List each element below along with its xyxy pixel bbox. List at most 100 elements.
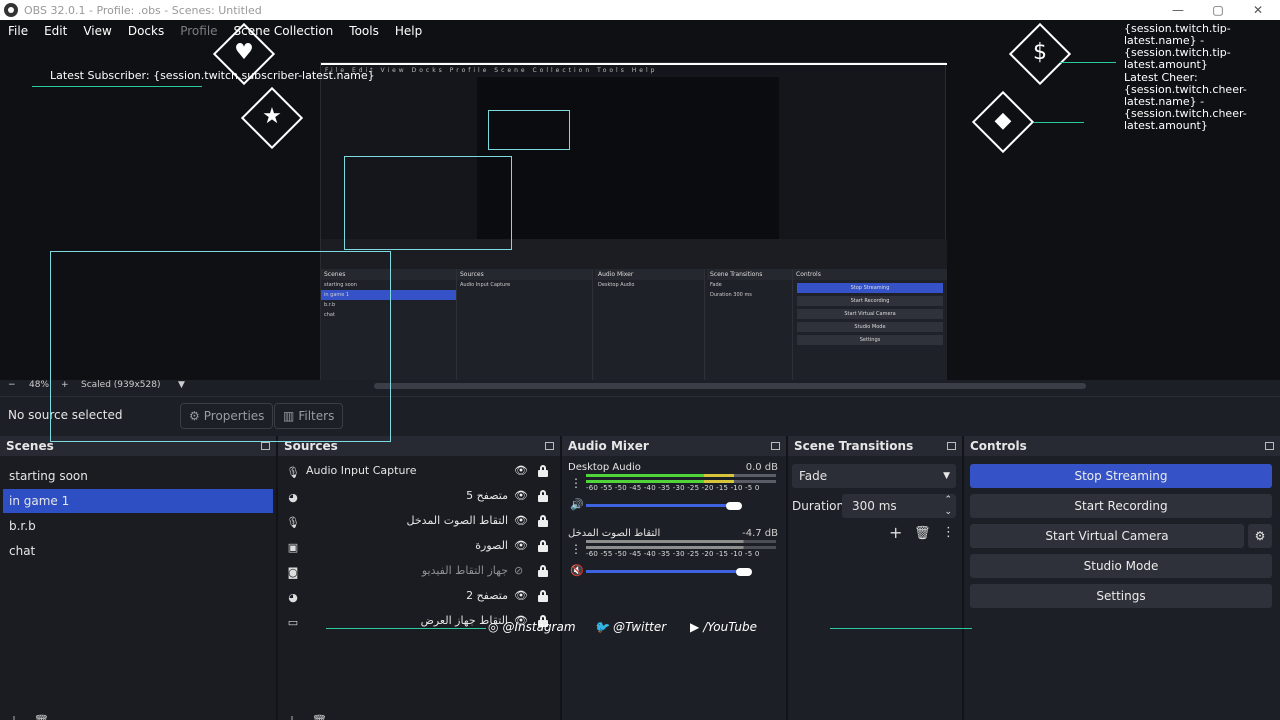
source-name: التقاط الصوت المدخل — [406, 514, 508, 527]
volume-meter — [586, 474, 776, 477]
duration-spinbox[interactable]: 300 ms ⌃ ⌄ — [842, 494, 956, 518]
scene-item[interactable]: b.r.b — [3, 514, 273, 538]
youtube-icon: ▶ — [690, 620, 700, 634]
scenes-list: starting soon in game 1 b.r.b chat — [0, 456, 276, 720]
camera-icon: ◙ — [287, 565, 299, 579]
mixer-channels: Desktop Audio 0.0 dB ⋮ -60 -55 -50 -45 -40 … — [562, 456, 786, 720]
source-row[interactable]: 🎙 Audio Input Capture 👁 — [278, 460, 560, 484]
volume-slider-handle[interactable] — [735, 568, 752, 576]
settings-button[interactable]: Settings — [970, 584, 1272, 608]
preview-horizontal-scrollbar[interactable] — [374, 383, 1086, 389]
controls-title: Controls — [970, 439, 1027, 453]
source-row[interactable]: ◕ متصفح 5 👁 — [278, 485, 560, 509]
eye-icon[interactable]: 👁 — [514, 514, 528, 527]
maximize-button[interactable]: ▢ — [1198, 0, 1238, 20]
virtual-camera-settings-button[interactable]: ⚙ — [1248, 524, 1272, 548]
volume-slider-handle[interactable] — [726, 502, 743, 510]
add-scene-icon[interactable]: ＋ — [8, 714, 20, 720]
source-row[interactable]: ◕ متصفح 2 👁 — [278, 585, 560, 609]
lock-icon[interactable] — [538, 565, 548, 577]
undock-icon[interactable] — [771, 442, 780, 450]
social-link: 🐦 @Twitter — [594, 620, 666, 634]
remove-transition-icon[interactable]: 🗑 — [914, 526, 931, 541]
stop-streaming-button[interactable]: Stop Streaming — [970, 464, 1272, 488]
channel-menu-icon[interactable]: ⋮ — [570, 476, 582, 490]
scene-item[interactable]: in game 1 — [3, 489, 273, 513]
add-source-icon[interactable]: ＋ — [286, 714, 298, 720]
mixer-channel: التقاط الصوت المدخل -4.7 dB ⋮ -60 -55 -50 -… — [568, 528, 778, 588]
scene-transitions-title: Scene Transitions — [794, 439, 914, 453]
close-button[interactable]: ✕ — [1238, 0, 1278, 20]
undock-icon[interactable] — [1265, 442, 1274, 450]
chevron-down-icon[interactable]: ⌄ — [944, 500, 952, 524]
latest-cheer-text: Latest Cheer: {session.twitch.cheer- lat… — [1124, 71, 1247, 132]
menu-view[interactable]: View — [75, 24, 119, 38]
lock-icon[interactable] — [538, 465, 548, 477]
minimize-button[interactable]: — — [1158, 0, 1198, 20]
speaker-icon[interactable]: 🔊 — [570, 498, 584, 511]
menu-tools[interactable]: Tools — [341, 24, 387, 38]
start-virtual-camera-button[interactable]: Start Virtual Camera — [970, 524, 1244, 548]
lock-icon[interactable] — [538, 540, 548, 552]
source-row[interactable]: ◙ جهاز التقاط الفيديو ⊘ — [278, 560, 560, 584]
volume-meter — [586, 480, 776, 483]
sources-toolbar: ＋ 🗑 — [286, 712, 560, 720]
start-recording-button[interactable]: Start Recording — [970, 494, 1272, 518]
scene-item[interactable]: chat — [3, 539, 273, 563]
channel-db: -4.7 dB — [742, 528, 778, 539]
transition-menu-icon[interactable]: ⋮ — [942, 525, 955, 540]
mute-icon[interactable]: 🔇 — [570, 564, 584, 577]
globe-icon: ◕ — [288, 490, 298, 504]
zoom-level: 48% — [29, 380, 50, 390]
sources-list: 🎙 Audio Input Capture 👁 ◕ متصفح 5 👁 🎙 التقاط ال… — [278, 456, 560, 720]
source-row[interactable]: 🎙 التقاط الصوت المدخل 👁 — [278, 510, 560, 534]
studio-mode-button[interactable]: Studio Mode — [970, 554, 1272, 578]
lock-icon[interactable] — [538, 590, 548, 602]
menu-scene-collection[interactable]: Scene Collection — [226, 24, 342, 38]
undock-icon[interactable] — [261, 442, 270, 450]
menu-edit[interactable]: Edit — [36, 24, 75, 38]
instagram-icon: ◎ — [488, 620, 499, 634]
window-title: OBS 32.0.1 - Profile: .obs - Scenes: Unt… — [24, 3, 262, 17]
source-name: متصفح 2 — [466, 589, 508, 602]
eye-off-icon[interactable]: ⊘ — [514, 564, 523, 577]
heart-icon: ♥ — [234, 40, 254, 65]
microphone-icon: 🎙 — [286, 515, 300, 529]
menu-file[interactable]: File — [0, 24, 36, 38]
eye-icon[interactable]: 👁 — [514, 589, 528, 602]
selected-source-bounding-box[interactable] — [50, 251, 391, 442]
volume-slider[interactable] — [586, 504, 735, 507]
channel-menu-icon[interactable]: ⋮ — [570, 542, 582, 556]
source-bounding-box[interactable] — [488, 110, 570, 150]
scene-item[interactable]: starting soon — [3, 464, 273, 488]
lock-icon[interactable] — [538, 515, 548, 527]
remove-source-icon[interactable]: 🗑 — [312, 714, 327, 720]
eye-icon[interactable]: 👁 — [514, 489, 528, 502]
mixer-channel: Desktop Audio 0.0 dB ⋮ -60 -55 -50 -45 -40 … — [568, 462, 778, 522]
dollar-icon: $ — [1033, 40, 1047, 65]
undock-icon[interactable] — [947, 442, 956, 450]
remove-scene-icon[interactable]: 🗑 — [34, 714, 49, 720]
social-link: ◎ @Instagram — [488, 620, 576, 634]
eye-icon[interactable]: 👁 — [514, 464, 528, 477]
source-bounding-box[interactable] — [344, 156, 512, 250]
lock-icon[interactable] — [538, 490, 548, 502]
undock-icon[interactable] — [545, 442, 554, 450]
social-label: /YouTube — [703, 620, 757, 634]
latest-subscriber-text: Latest Subscriber: {session.twitch.subsc… — [50, 69, 375, 82]
add-transition-icon[interactable]: + — [889, 523, 902, 542]
volume-meter — [586, 540, 776, 543]
source-row[interactable]: ▣ الصورة 👁 — [278, 535, 560, 559]
eye-icon[interactable]: 👁 — [514, 539, 528, 552]
volume-slider[interactable] — [586, 570, 744, 573]
title-bar: OBS 32.0.1 - Profile: .obs - Scenes: Unt… — [0, 0, 1280, 20]
menu-docks[interactable]: Docks — [120, 24, 172, 38]
microphone-icon: 🎙 — [286, 465, 300, 479]
zoom-out-button[interactable]: − — [8, 380, 16, 390]
monitor-icon: ▭ — [287, 615, 299, 629]
transition-select[interactable]: Fade ▼ — [792, 464, 956, 488]
meter-scale: -60 -55 -50 -45 -40 -35 -30 -25 -20 -15 … — [586, 484, 760, 492]
menu-profile[interactable]: Profile — [172, 24, 225, 38]
menu-help[interactable]: Help — [387, 24, 430, 38]
source-name: Audio Input Capture — [306, 464, 417, 477]
